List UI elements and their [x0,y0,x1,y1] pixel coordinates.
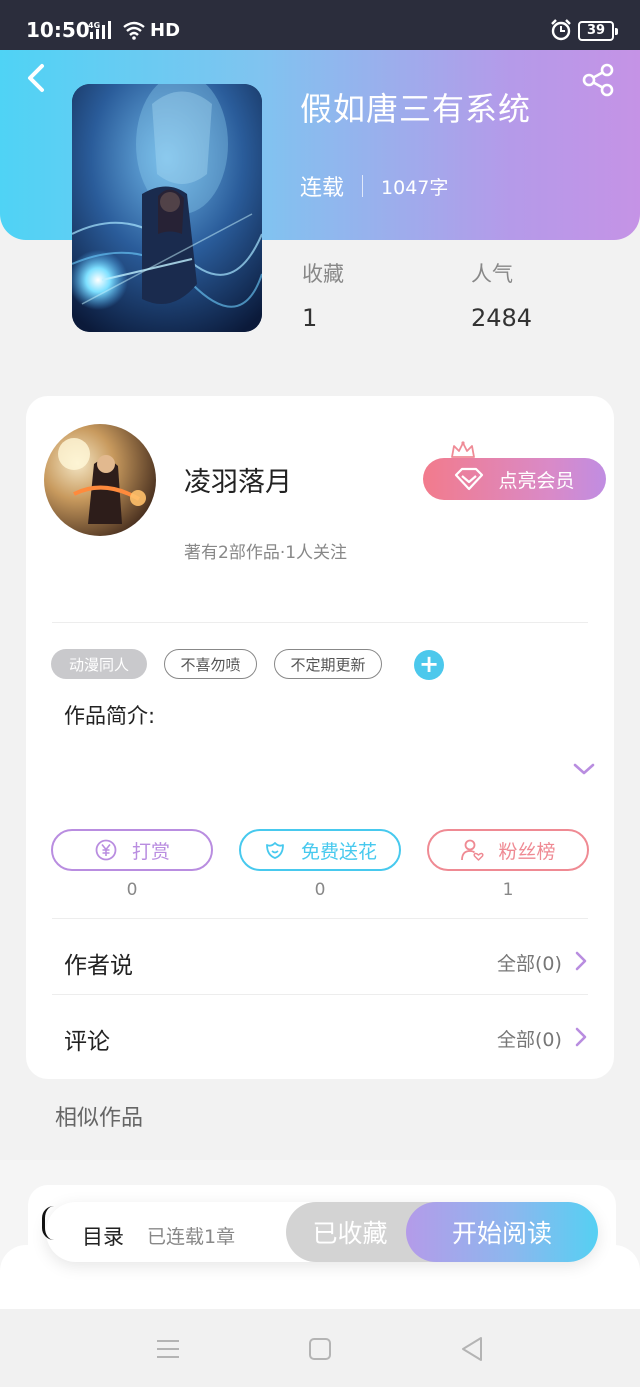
start-reading-button[interactable]: 开始阅读 [406,1202,598,1262]
share-icon[interactable] [580,62,616,98]
tip-count: 0 [126,880,138,900]
menu-icon[interactable] [153,1334,183,1364]
stat-value: 1 [302,304,318,332]
tag-item[interactable]: 不定期更新 [274,649,382,679]
comments-label[interactable]: 评论 [64,1022,110,1056]
chevron-right-icon[interactable] [574,1026,588,1048]
home-icon[interactable] [305,1334,335,1364]
yuan-coin-icon [95,839,117,861]
tag-item[interactable]: 不喜勿喷 [164,649,257,679]
status-time: 10:50 [26,18,90,42]
intro-label: 作品简介: [64,704,156,728]
svg-text:4G: 4G [88,21,100,30]
author-name[interactable]: 凌羽落月 [184,460,292,499]
activate-vip-button[interactable]: 点亮会员 [423,458,606,500]
stat-value: 2484 [471,304,533,332]
author-notes-label[interactable]: 作者说 [64,946,133,980]
back-arrow-icon[interactable] [22,62,52,96]
stat-popularity: 人气 2484 [471,258,532,332]
hd-label: HD [150,20,181,41]
tip-label: 打赏 [131,840,170,863]
fan-ranking-count: 1 [502,880,514,900]
book-cover-image [72,84,262,332]
stat-label: 收藏 [302,262,344,286]
fan-ranking-label: 粉丝榜 [498,840,556,863]
send-flower-button[interactable]: 免费送花 [239,829,401,871]
alarm-icon [551,19,571,41]
author-notes-all-link[interactable]: 全部(0) [497,949,562,976]
back-triangle-icon[interactable] [457,1334,487,1364]
flower-count: 0 [314,880,326,900]
book-status-line: 连载 1047字 [300,170,448,202]
flower-icon [266,842,284,859]
stat-label: 人气 [471,262,513,286]
divider [52,918,588,919]
chapter-count: 已连载1章 [147,1226,236,1248]
author-summary: 著有2部作品·1人关注 [184,543,348,563]
divider [362,175,364,197]
chevron-right-icon[interactable] [574,950,588,972]
divider [52,994,588,995]
tag-item[interactable]: 动漫同人 [51,649,147,679]
author-avatar[interactable] [44,424,156,536]
status-bar: 10:50 4G HD 39 [0,0,640,50]
stat-favorites: 收藏 1 [302,258,344,332]
add-tag-button[interactable]: + [414,650,444,680]
similar-works-title: 相似作品 [55,1106,144,1131]
divider [52,622,588,623]
wifi-icon [123,21,145,40]
send-flower-label: 免费送花 [300,840,377,863]
comments-all-link[interactable]: 全部(0) [497,1025,562,1052]
word-count: 1047字 [381,176,449,199]
crown-icon [451,441,475,458]
table-of-contents-button[interactable]: 目录 [82,1221,124,1251]
battery-indicator: 39 [578,21,618,41]
book-title: 假如唐三有系统 [300,90,532,128]
fan-ranking-button[interactable]: 粉丝榜 [427,829,589,871]
diamond-icon [455,467,484,491]
serial-status: 连载 [300,176,345,201]
signal-icon: 4G [88,21,111,39]
vip-button-label: 点亮会员 [498,469,575,492]
user-heart-icon [461,839,485,861]
tip-button[interactable]: 打赏 [51,829,213,871]
chevron-down-icon[interactable] [572,760,596,778]
